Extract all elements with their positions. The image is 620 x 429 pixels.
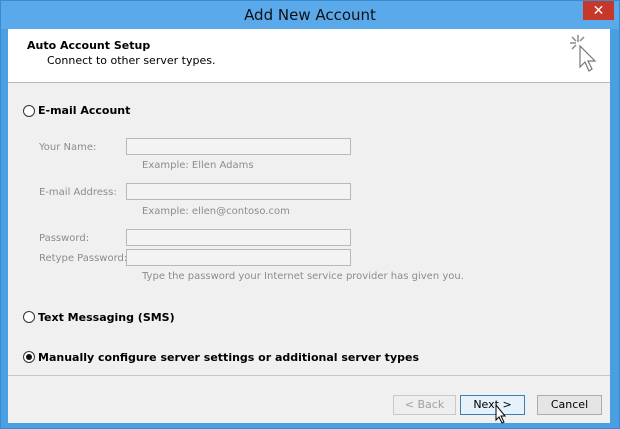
window-title: Add New Account	[244, 6, 376, 24]
manual-config-label[interactable]: Manually configure server settings or ad…	[38, 351, 419, 364]
footer-divider	[8, 375, 610, 376]
header-title: Auto Account Setup	[27, 39, 151, 52]
close-button[interactable]: ✕	[583, 1, 614, 20]
sms-radio[interactable]	[23, 311, 35, 323]
sms-label[interactable]: Text Messaging (SMS)	[38, 311, 175, 324]
email-address-hint: Example: ellen@contoso.com	[142, 206, 290, 217]
manual-config-radio[interactable]	[23, 351, 35, 363]
header-subtitle: Connect to other server types.	[47, 54, 216, 67]
next-button[interactable]: Next >	[460, 395, 525, 415]
back-button[interactable]: < Back	[393, 395, 456, 415]
email-address-field[interactable]	[126, 183, 351, 200]
your-name-label: Your Name:	[39, 142, 97, 153]
your-name-hint: Example: Ellen Adams	[142, 160, 254, 171]
mouse-pointer-icon	[495, 404, 507, 424]
magic-wand-cursor-icon	[570, 35, 597, 72]
retype-password-field[interactable]	[126, 249, 351, 266]
title-bar[interactable]: Add New Account ✕	[1, 1, 619, 29]
your-name-field[interactable]	[126, 138, 351, 155]
password-hint: Type the password your Internet service …	[142, 271, 464, 282]
cancel-button[interactable]: Cancel	[537, 395, 602, 415]
email-account-radio[interactable]	[23, 105, 35, 117]
dialog-content: Auto Account Setup Connect to other serv…	[8, 29, 610, 423]
header-panel: Auto Account Setup Connect to other serv…	[8, 29, 610, 83]
dialog-window: Add New Account ✕ Auto Account Setup Con…	[0, 0, 620, 429]
email-address-label: E-mail Address:	[39, 187, 117, 198]
password-label: Password:	[39, 233, 90, 244]
email-account-label[interactable]: E-mail Account	[38, 104, 130, 117]
password-field[interactable]	[126, 229, 351, 246]
retype-password-label: Retype Password:	[39, 253, 128, 264]
